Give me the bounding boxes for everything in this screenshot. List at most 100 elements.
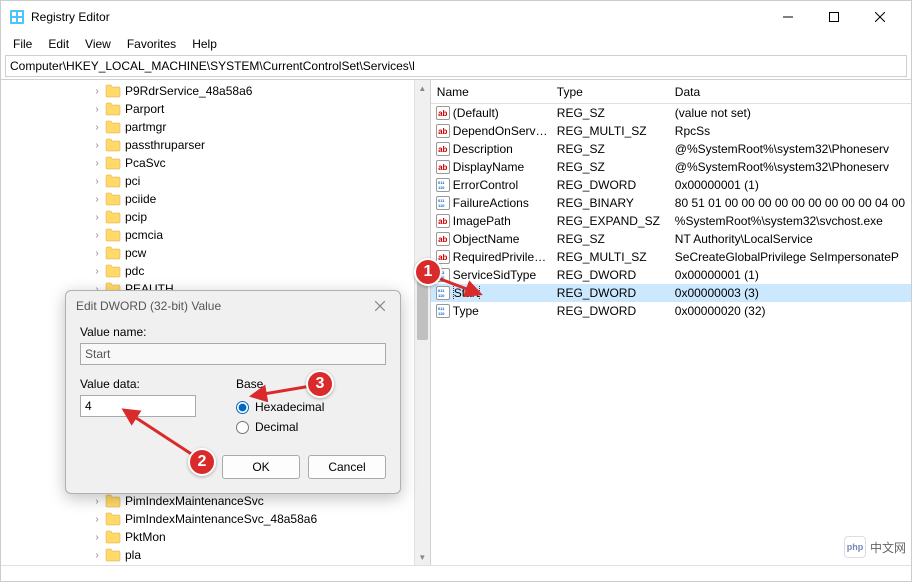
tree-item[interactable]: ›pcw [1, 244, 430, 262]
chevron-right-icon[interactable]: › [91, 122, 103, 133]
value-name: RequiredPrivileg... [451, 250, 551, 264]
radio-dec-input[interactable] [236, 421, 249, 434]
tree-scrollbar[interactable]: ▲ ▼ [414, 80, 430, 565]
string-value-icon: ab [436, 232, 450, 246]
value-type: REG_DWORD [551, 178, 669, 192]
value-data: NT Authority\LocalService [669, 232, 911, 246]
value-name: ObjectName [451, 232, 551, 246]
value-name-input[interactable] [80, 343, 386, 365]
tree-item[interactable]: ›pcmcia [1, 226, 430, 244]
tree-item[interactable]: › passthruparser [1, 136, 430, 154]
value-data: (value not set) [669, 106, 911, 120]
tree-item-label: pciide [123, 192, 158, 206]
value-data: 0x00000020 (32) [669, 304, 911, 318]
string-value-icon: ab [436, 214, 450, 228]
watermark: php 中文网 [844, 536, 906, 558]
cancel-button[interactable]: Cancel [308, 455, 386, 479]
value-data: 80 51 01 00 00 00 00 00 00 00 00 00 04 0… [669, 196, 911, 210]
chevron-right-icon[interactable]: › [91, 532, 103, 543]
list-row[interactable]: ab DisplayName REG_SZ @%SystemRoot%\syst… [431, 158, 911, 176]
menu-favorites[interactable]: Favorites [119, 35, 184, 53]
tree-item[interactable]: ›PlugPlay [1, 564, 430, 565]
list-row[interactable]: 011110 Type REG_DWORD 0x00000020 (32) [431, 302, 911, 320]
list-row[interactable]: 011110 ServiceSidType REG_DWORD 0x000000… [431, 266, 911, 284]
dialog-close-button[interactable] [370, 296, 390, 316]
col-name[interactable]: Name [431, 85, 551, 99]
dialog-titlebar[interactable]: Edit DWORD (32-bit) Value [66, 291, 400, 321]
svg-text:110: 110 [438, 311, 445, 316]
radio-hex-input[interactable] [236, 401, 249, 414]
value-type: REG_SZ [551, 160, 669, 174]
list-row[interactable]: ab ImagePath REG_EXPAND_SZ %SystemRoot%\… [431, 212, 911, 230]
menu-help[interactable]: Help [184, 35, 225, 53]
string-value-icon: ab [436, 160, 450, 174]
chevron-right-icon[interactable]: › [91, 86, 103, 97]
watermark-text: 中文网 [870, 539, 906, 556]
list-row[interactable]: 011110 Start REG_DWORD 0x00000003 (3) [431, 284, 911, 302]
tree-item-label: partmgr [123, 120, 168, 134]
col-data[interactable]: Data [669, 85, 911, 99]
chevron-right-icon[interactable]: › [91, 248, 103, 259]
value-data: 0x00000001 (1) [669, 268, 911, 282]
minimize-button[interactable] [765, 1, 811, 33]
binary-value-icon: 011110 [436, 178, 450, 192]
string-value-icon: ab [436, 142, 450, 156]
tree-item[interactable]: ›PktMon [1, 528, 430, 546]
list-row[interactable]: ab Description REG_SZ @%SystemRoot%\syst… [431, 140, 911, 158]
list-row[interactable]: ab DependOnService REG_MULTI_SZ RpcSs [431, 122, 911, 140]
value-data: SeCreateGlobalPrivilege SeImpersonateP [669, 250, 911, 264]
ok-button[interactable]: OK [222, 455, 300, 479]
watermark-logo-icon: php [844, 536, 866, 558]
radio-decimal[interactable]: Decimal [236, 417, 324, 437]
value-data: 0x00000003 (3) [669, 286, 911, 300]
tree-item[interactable]: › partmgr [1, 118, 430, 136]
list-row[interactable]: ab (Default) REG_SZ (value not set) [431, 104, 911, 122]
list-pane: Name Type Data ab (Default) REG_SZ (valu… [431, 80, 911, 565]
tree-item-label: passthruparser [123, 138, 207, 152]
list-row[interactable]: 011110 ErrorControl REG_DWORD 0x00000001… [431, 176, 911, 194]
maximize-button[interactable] [811, 1, 857, 33]
chevron-right-icon[interactable]: › [91, 230, 103, 241]
tree-item[interactable]: ›Parport [1, 100, 430, 118]
chevron-right-icon[interactable]: › [91, 158, 103, 169]
chevron-right-icon[interactable]: › [91, 176, 103, 187]
list-row[interactable]: ab RequiredPrivileg... REG_MULTI_SZ SeCr… [431, 248, 911, 266]
chevron-right-icon[interactable]: › [91, 104, 103, 115]
list-row[interactable]: 011110 FailureActions REG_BINARY 80 51 0… [431, 194, 911, 212]
value-type: REG_MULTI_SZ [551, 124, 669, 138]
chevron-right-icon[interactable]: › [91, 212, 103, 223]
tree-item[interactable]: ›PcaSvc [1, 154, 430, 172]
window-controls [765, 1, 903, 33]
address-bar[interactable]: Computer\HKEY_LOCAL_MACHINE\SYSTEM\Curre… [5, 55, 907, 77]
address-text: Computer\HKEY_LOCAL_MACHINE\SYSTEM\Curre… [10, 59, 415, 73]
chevron-right-icon[interactable]: › [91, 266, 103, 277]
menu-edit[interactable]: Edit [40, 35, 77, 53]
tree-item[interactable]: ›P9RdrService_48a58a6 [1, 82, 430, 100]
value-name: Description [451, 142, 551, 156]
col-type[interactable]: Type [551, 85, 669, 99]
value-type: REG_SZ [551, 106, 669, 120]
menu-view[interactable]: View [77, 35, 119, 53]
edit-dword-dialog: Edit DWORD (32-bit) Value Value name: Va… [65, 290, 401, 494]
list-row[interactable]: ab ObjectName REG_SZ NT Authority\LocalS… [431, 230, 911, 248]
tree-item[interactable]: ›pcip [1, 208, 430, 226]
string-value-icon: ab [436, 106, 450, 120]
value-type: REG_SZ [551, 142, 669, 156]
tree-item[interactable]: ›PimIndexMaintenanceSvc_48a58a6 [1, 510, 430, 528]
tree-item[interactable]: › pciide [1, 190, 430, 208]
value-type: REG_DWORD [551, 286, 669, 300]
string-value-icon: ab [436, 124, 450, 138]
chevron-right-icon[interactable]: › [91, 496, 103, 507]
close-button[interactable] [857, 1, 903, 33]
scrollbar-thumb[interactable] [417, 280, 428, 340]
chevron-right-icon[interactable]: › [91, 514, 103, 525]
value-name: DisplayName [451, 160, 551, 174]
chevron-right-icon[interactable]: › [91, 194, 103, 205]
menu-file[interactable]: File [5, 35, 40, 53]
tree-item[interactable]: ›pla [1, 546, 430, 564]
tree-item[interactable]: ›pci [1, 172, 430, 190]
tree-item[interactable]: ›PimIndexMaintenanceSvc [1, 492, 430, 510]
chevron-right-icon[interactable]: › [91, 140, 103, 151]
chevron-right-icon[interactable]: › [91, 550, 103, 561]
tree-item[interactable]: ›pdc [1, 262, 430, 280]
